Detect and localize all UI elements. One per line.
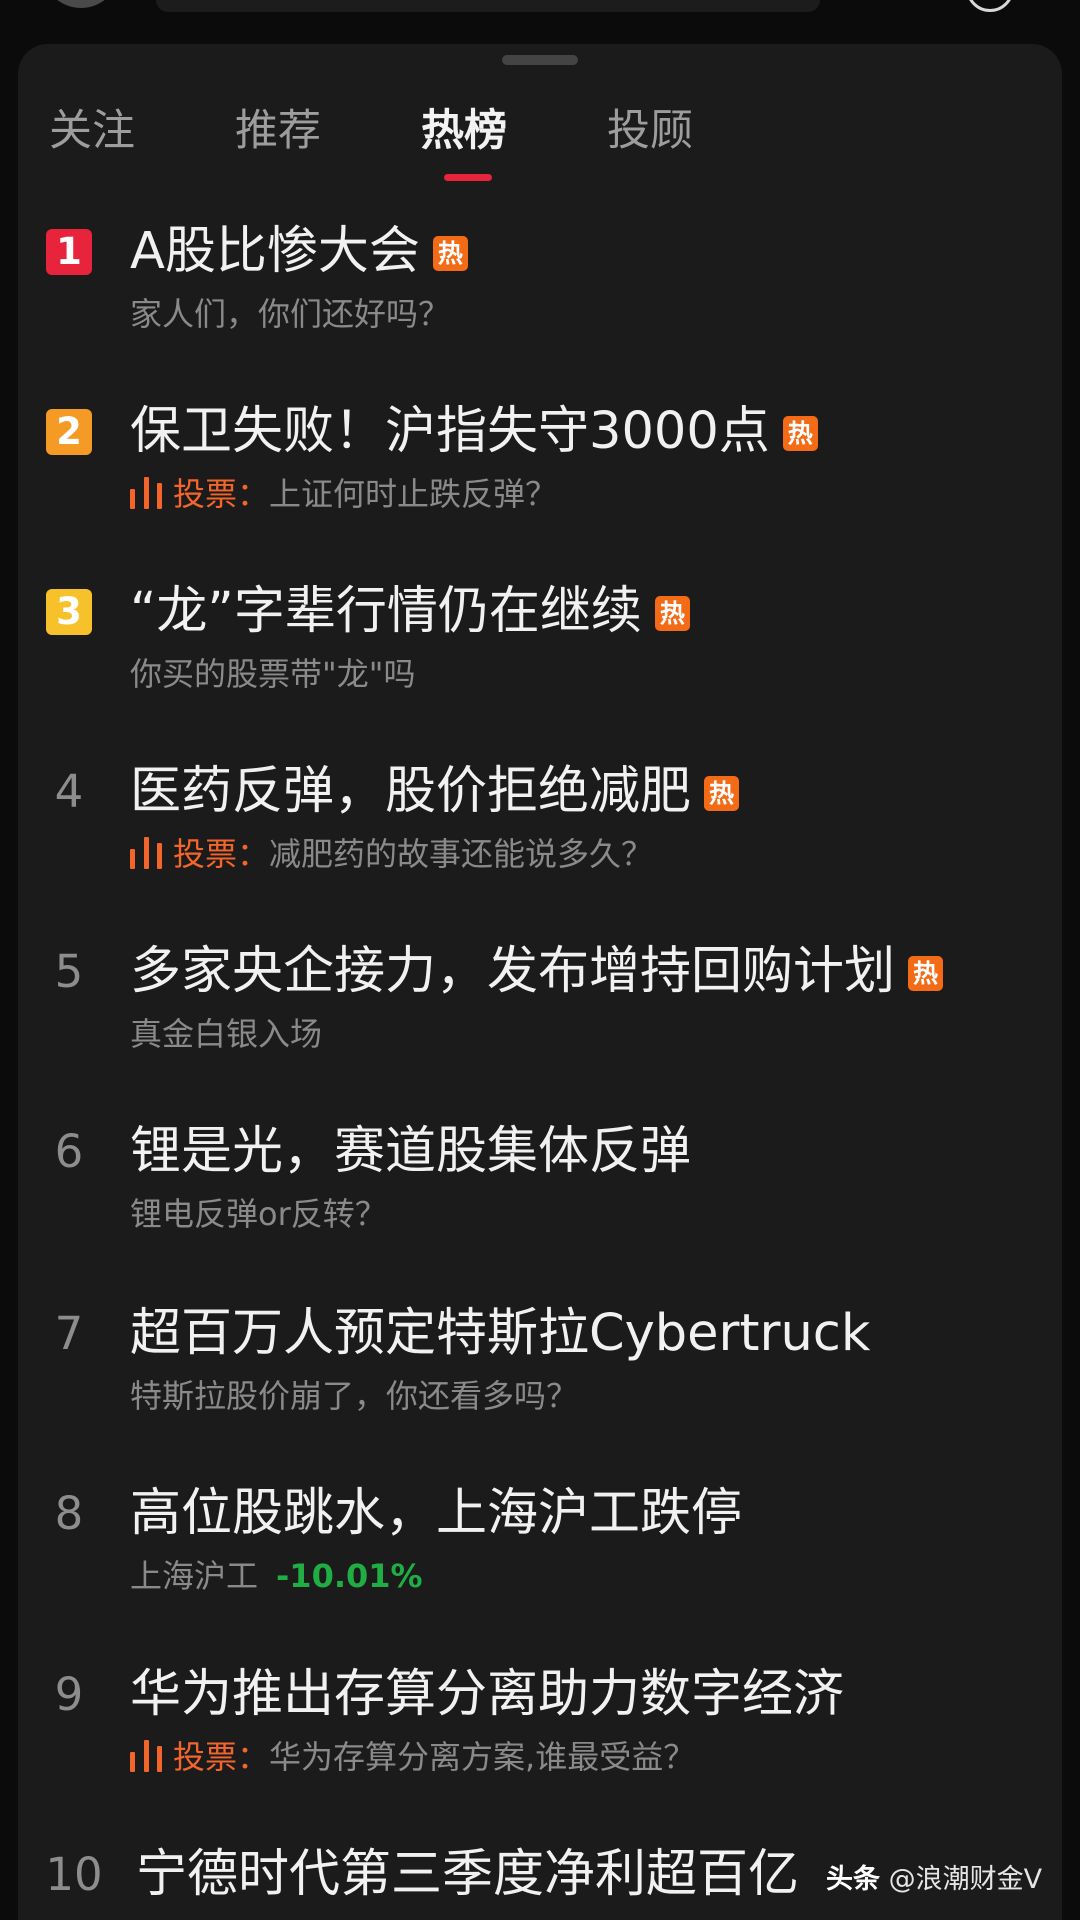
list-item[interactable]: 9 华为推出存算分离助力数字经济 投票：华为存算分离方案,谁最受益？ [0,1663,1080,1828]
item-title-text: 超百万人预定特斯拉Cybertruck [130,1304,871,1363]
top-bar [0,0,1080,48]
rank-badge: 2 [46,409,92,455]
item-title: 华为推出存算分离助力数字经济 [130,1663,844,1727]
rank-number: 8 [54,1487,84,1540]
item-title-text: 保卫失败！沪指失守3000点 [130,402,770,461]
hot-tag: 热 [704,776,740,811]
rank-badge: 3 [46,589,92,635]
item-title-text: A股比惨大会 [130,222,420,281]
item-title: 医药反弹，股价拒绝减肥热 [130,760,740,824]
tab-follow[interactable]: 关注 [49,100,135,162]
list-item[interactable]: 4 医药反弹，股价拒绝减肥热 投票：减肥药的故事还能说多久？ [0,760,1080,925]
item-title: 宁德时代第三季度净利超百亿 [136,1843,799,1907]
sheet-drag-handle[interactable] [502,55,578,65]
item-subtitle: 投票：减肥药的故事还能说多久？ [130,830,653,878]
tab-advisor[interactable]: 投顾 [607,100,693,162]
item-subtitle: 投票：上证何时止跌反弹？ [130,470,557,518]
vote-label: 投票： [173,475,270,513]
rank-number: 5 [54,945,84,998]
item-subtitle: 投票：华为存算分离方案,谁最受益？ [130,1733,695,1781]
rank-number: 9 [54,1668,84,1721]
hot-tag: 热 [432,236,468,271]
item-title-text: 锂是光，赛道股集体反弹 [130,1122,692,1181]
vote-question: 减肥药的故事还能说多久？ [269,835,654,873]
search-bar[interactable] [156,0,820,12]
bar-chart-icon [130,1738,163,1772]
rank-number: 7 [54,1307,84,1360]
rank-number: 4 [54,765,84,818]
item-title-text: 高位股跳水，上海沪工跌停 [130,1484,743,1543]
list-item[interactable]: 8 高位股跳水，上海沪工跌停 上海沪工 -10.01% [0,1482,1080,1647]
stock-name[interactable]: 上海沪工 [130,1557,258,1595]
item-title: “龙”字辈行情仍在继续热 [130,580,690,644]
tab-recommend[interactable]: 推荐 [235,100,321,162]
item-title-text: “龙”字辈行情仍在继续 [130,582,642,641]
tab-bar: 关注 推荐 热榜 投顾 [0,100,1080,190]
watermark-logo: 头条 [826,1864,880,1895]
stock-change: -10.01% [276,1557,423,1595]
item-subtitle: 真金白银入场 [130,1015,323,1053]
list-item[interactable]: 3 “龙”字辈行情仍在继续热 你买的股票带"龙"吗 [0,580,1080,745]
settings-icon[interactable] [966,0,1014,12]
list-item[interactable]: 7 超百万人预定特斯拉Cybertruck 特斯拉股价崩了，你还看多吗？ [0,1302,1080,1467]
hot-tag: 热 [908,956,944,991]
list-item[interactable]: 5 多家央企接力，发布增持回购计划热 真金白银入场 [0,940,1080,1105]
tab-hot-list[interactable]: 热榜 [421,100,507,162]
item-subtitle: 家人们，你们还好吗？ [130,295,451,333]
avatar[interactable] [42,0,120,8]
item-title: 多家央企接力，发布增持回购计划热 [130,940,944,1004]
item-subtitle: 特斯拉股价崩了，你还看多吗？ [130,1377,579,1415]
list-item[interactable]: 1 A股比惨大会热 家人们，你们还好吗？ [0,220,1080,385]
vote-label: 投票： [173,1738,270,1776]
item-title: 锂是光，赛道股集体反弹 [130,1120,691,1184]
item-subtitle: 你买的股票带"龙"吗 [130,655,416,693]
hot-list-screen: 关注 推荐 热榜 投顾 1 A股比惨大会热 家人们，你们还好吗？ 2 保卫失败！… [0,0,1080,1920]
watermark-text: @浪潮财金V [888,1864,1043,1895]
watermark: 头条 @浪潮财金V [826,1858,1042,1902]
hot-tag: 热 [782,416,818,451]
vote-question: 华为存算分离方案,谁最受益？ [269,1738,696,1776]
item-subtitle: 上海沪工 -10.01% [130,1552,423,1600]
item-title: 保卫失败！沪指失守3000点热 [130,400,818,464]
bar-chart-icon [130,835,163,869]
rank-badge: 1 [46,229,92,275]
vote-question: 上证何时止跌反弹？ [269,475,558,513]
item-title-text: 多家央企接力，发布增持回购计划 [130,942,896,1001]
item-title-text: 医药反弹，股价拒绝减肥 [130,762,692,821]
rank-number: 10 [45,1848,103,1901]
rank-number: 6 [54,1125,84,1178]
vote-label: 投票： [173,835,270,873]
list-item[interactable]: 2 保卫失败！沪指失守3000点热 投票：上证何时止跌反弹？ [0,400,1080,565]
item-title: 高位股跳水，上海沪工跌停 [130,1482,742,1546]
item-title-text: 宁德时代第三季度净利超百亿 [136,1845,800,1904]
item-title: 超百万人预定特斯拉Cybertruck [130,1302,870,1366]
list-item[interactable]: 6 锂是光，赛道股集体反弹 锂电反弹or反转？ [0,1120,1080,1285]
active-tab-indicator [444,174,492,181]
bar-chart-icon [130,475,163,509]
hot-tag: 热 [654,596,690,631]
item-title-text: 华为推出存算分离助力数字经济 [130,1665,845,1724]
item-title: A股比惨大会热 [130,220,468,284]
item-subtitle: 锂电反弹or反转？ [130,1195,387,1233]
